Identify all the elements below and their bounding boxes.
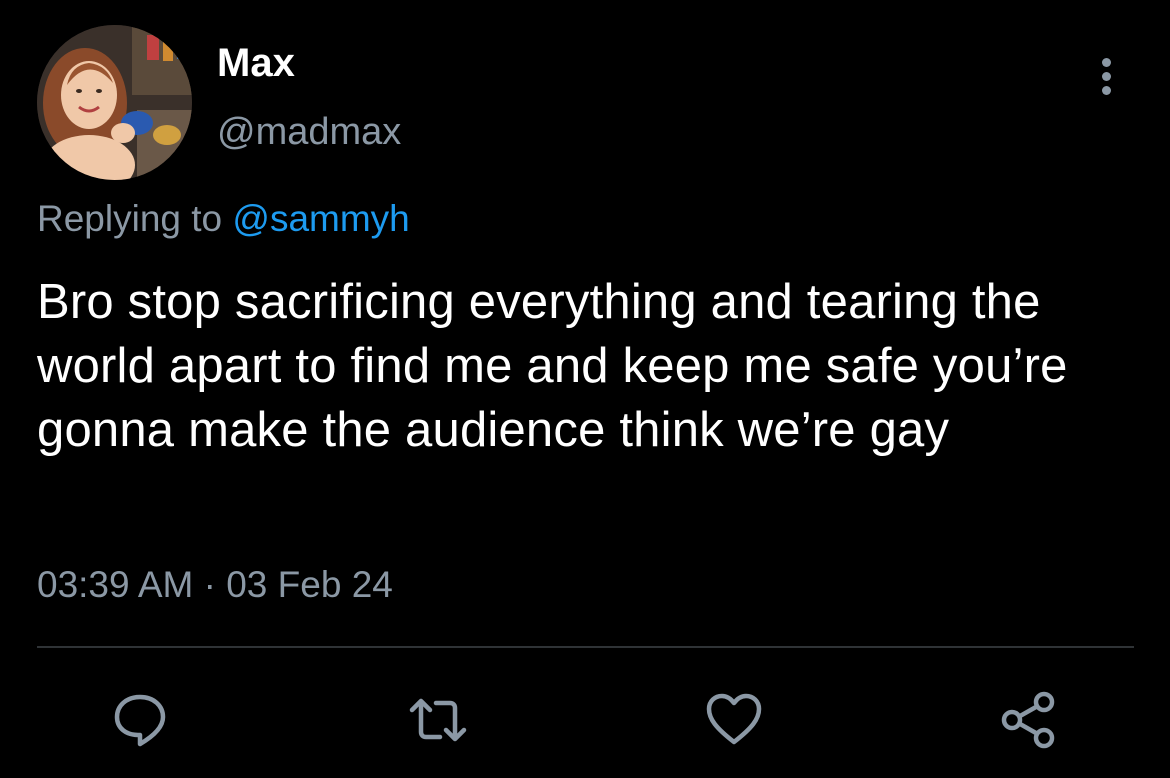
tweet-timestamp[interactable]: 03:39 AM · 03 Feb 24 <box>37 563 393 607</box>
avatar[interactable] <box>37 25 192 180</box>
share-icon <box>1001 691 1055 749</box>
replying-to-label: Replying to <box>37 198 233 239</box>
tweet-time: 03:39 AM <box>37 564 194 605</box>
user-handle[interactable]: @madmax <box>217 110 401 154</box>
replying-to: Replying to @sammyh <box>37 197 410 241</box>
comment-icon <box>114 694 166 747</box>
tweet-card: Max @madmax Replying to @sammyh Bro stop… <box>0 0 1170 778</box>
tweet-date: 03 Feb 24 <box>226 564 393 605</box>
more-options-icon[interactable] <box>1094 56 1120 98</box>
reply-mention-link[interactable]: @sammyh <box>232 198 409 239</box>
tweet-text: Bro stop sacrificing everything and tear… <box>37 275 1068 457</box>
share-button[interactable] <box>998 690 1058 750</box>
retweet-button[interactable] <box>408 690 468 750</box>
like-button[interactable] <box>704 690 764 750</box>
profile-photo-icon <box>37 25 192 180</box>
reply-button[interactable] <box>110 690 170 750</box>
heart-icon <box>706 693 762 745</box>
retweet-icon <box>409 698 467 742</box>
divider <box>37 646 1134 648</box>
timestamp-separator: · <box>193 564 227 605</box>
display-name[interactable]: Max <box>217 40 295 86</box>
